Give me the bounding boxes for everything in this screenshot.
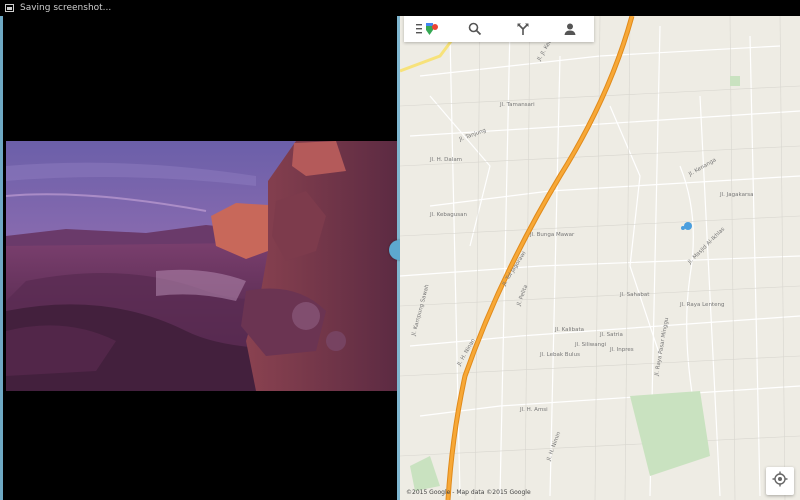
street-label: Jl. Kenanga: [687, 157, 717, 178]
street-label: Jl. H. Dalam: [429, 157, 462, 163]
photo-pane: [0, 16, 401, 500]
street-label: Jl. Kebagusan: [429, 212, 467, 218]
search-icon: [468, 22, 482, 36]
search-button[interactable]: [452, 16, 500, 42]
street-label: Jl. Lebak Bulus: [539, 352, 580, 358]
street-label: Jl. Sahabat: [619, 292, 650, 298]
street-label: Jl. Raya Lenteng: [679, 302, 724, 308]
map-view[interactable]: Jl. Jl. Ketupat Jl. Tamansari Jl. H. Dal…: [400, 16, 800, 500]
street-label: Jl. Satria: [599, 332, 623, 338]
status-bar: Saving screenshot...: [0, 0, 800, 16]
directions-icon: [516, 22, 530, 36]
street-label: Jl. H. Amsi: [519, 407, 548, 413]
map-toolbar: [404, 16, 594, 42]
account-icon: [563, 22, 577, 36]
street-label: Jl. Inpres: [609, 347, 634, 353]
street-label: Jl. Kalibata: [554, 327, 584, 333]
street-label: Jl. Tamansari: [499, 102, 535, 108]
screenshot-icon: [5, 4, 14, 12]
account-button[interactable]: [547, 16, 595, 42]
menu-button[interactable]: [404, 16, 452, 42]
street-label: Jl. Kampung Sawah: [411, 283, 431, 337]
street-label: Jl. Jagakarsa: [719, 192, 753, 198]
street-label: Jl. Bunga Mawar: [529, 232, 575, 238]
map-copyright: ©2015 Google - Map data ©2015 Google: [406, 489, 531, 496]
my-location-button[interactable]: [766, 467, 794, 495]
street-label: Jl. H. Nimin: [546, 431, 562, 463]
landscape-photo[interactable]: [6, 141, 401, 391]
my-location-icon: [772, 471, 788, 491]
street-label: Jl. Tanjung: [458, 128, 487, 144]
status-text: Saving screenshot...: [20, 3, 112, 13]
directions-button[interactable]: [499, 16, 547, 42]
street-label: Jl. Siliwangi: [574, 342, 607, 348]
menu-icon: [415, 20, 441, 38]
